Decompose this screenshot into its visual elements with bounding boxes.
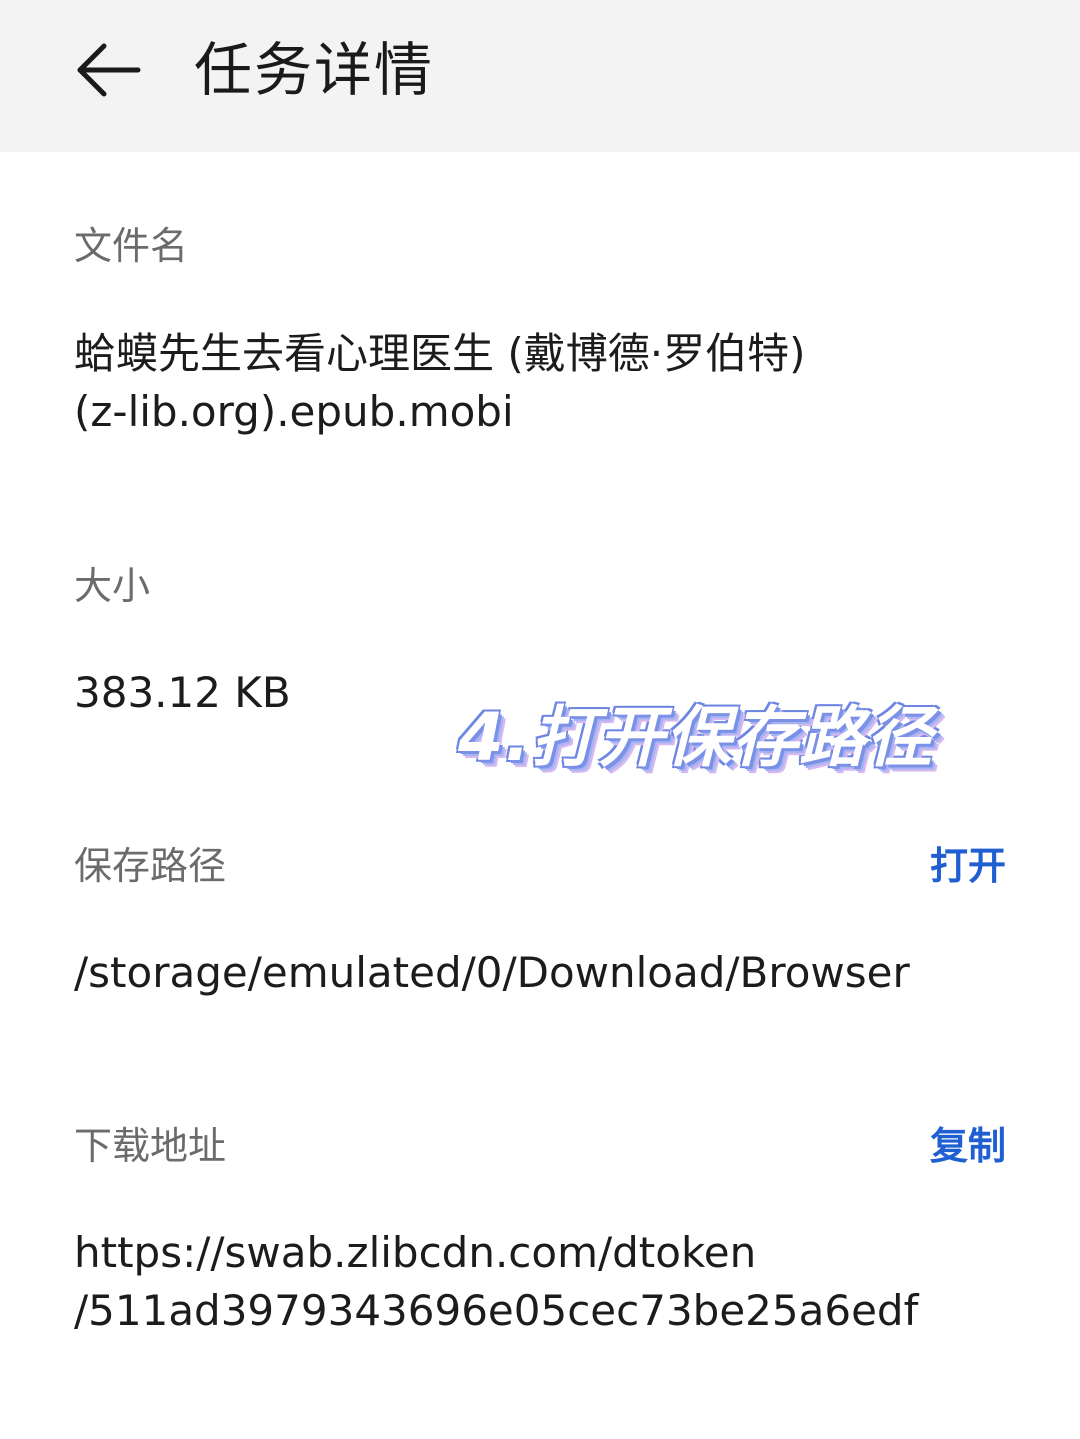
- filename-value-line2: (z-lib.org).epub.mobi: [74, 387, 514, 436]
- arrow-left-icon: [77, 43, 141, 97]
- download-url-label: 下载地址: [74, 1124, 227, 1168]
- save-path-value: /storage/emulated/0/Download/Browser: [74, 948, 910, 997]
- save-path-label: 保存路径: [74, 844, 227, 888]
- overlay-caption: 4.打开保存路径: [458, 699, 933, 776]
- filename-label: 文件名: [74, 224, 189, 268]
- top-app-bar: 任务详情: [0, 0, 1080, 152]
- download-url-value: https://swab.zlibcdn.com/dtoken /511ad39…: [74, 1224, 974, 1340]
- filename-value: 蛤蟆先生去看心理医生 (戴博德·罗伯特) (z-lib.org).epub.mo…: [74, 325, 974, 441]
- page-title: 任务详情: [194, 36, 435, 104]
- download-url-value-line1: https://swab.zlibcdn.com/dtoken: [74, 1228, 757, 1277]
- back-button[interactable]: [60, 30, 156, 110]
- open-button[interactable]: 打开: [930, 840, 1006, 892]
- copy-button[interactable]: 复制: [930, 1120, 1006, 1172]
- filename-value-line1: 蛤蟆先生去看心理医生 (戴博德·罗伯特): [74, 329, 806, 378]
- size-label: 大小: [74, 564, 151, 608]
- download-url-value-line2: /511ad3979343696e05cec73be25a6edf: [74, 1286, 919, 1335]
